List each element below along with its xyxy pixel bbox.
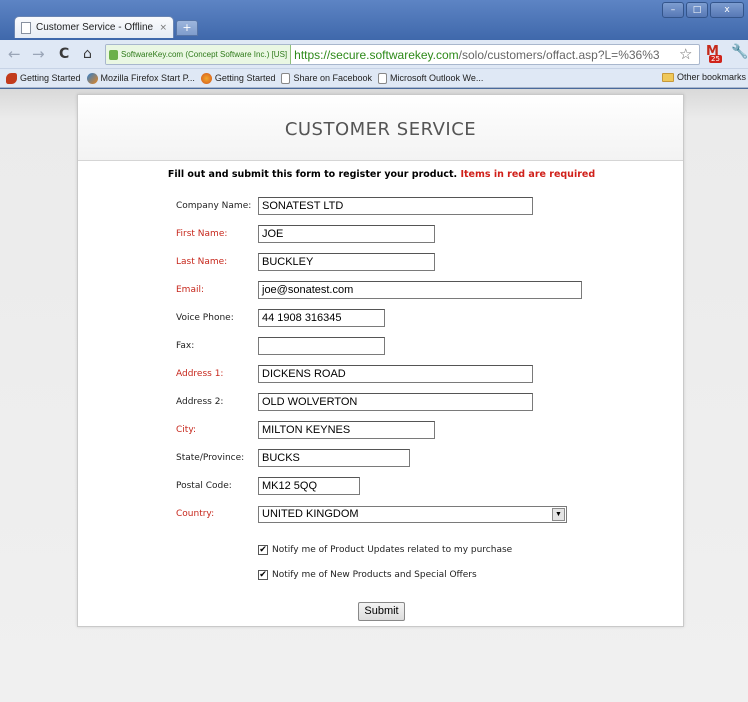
city-label: City: xyxy=(176,425,197,435)
address-bar[interactable]: SoftwareKey.com (Concept Software Inc.) … xyxy=(105,44,700,65)
url-host: https://secure.softwarekey.com xyxy=(294,47,459,62)
browser-toolbar: ← → C ⌂ SoftwareKey.com (Concept Softwar… xyxy=(0,40,748,69)
wrench-icon[interactable]: 🔧 xyxy=(731,44,748,60)
address2-label: Address 2: xyxy=(176,397,224,407)
folder-icon xyxy=(661,72,674,82)
email-row: Email: joe@sonatest.com xyxy=(176,280,582,300)
bookmarks-bar: Getting Started Mozilla Firefox Start P.… xyxy=(0,69,748,88)
bookmark-label: Getting Started xyxy=(20,73,81,83)
bookmark-item[interactable]: Getting Started xyxy=(200,72,276,84)
minimize-button[interactable]: – xyxy=(662,2,684,18)
first-name-row: First Name: JOE xyxy=(176,224,435,244)
firefox-icon xyxy=(86,72,98,84)
fax-label: Fax: xyxy=(176,341,195,351)
bookmark-label: Microsoft Outlook We... xyxy=(390,73,484,83)
address1-row: Address 1: DICKENS ROAD xyxy=(176,364,533,384)
firefox-icon xyxy=(200,72,212,84)
browser-titlebar: Customer Service - Offline ... × + – □ x xyxy=(0,0,748,40)
bookmark-item[interactable]: Mozilla Firefox Start P... xyxy=(86,72,195,84)
bookmark-label: Share on Facebook xyxy=(293,73,373,83)
company-label: Company Name: xyxy=(176,201,252,211)
country-select[interactable]: UNITED KINGDOM ▼ xyxy=(258,505,567,523)
fax-row: Fax: xyxy=(176,336,385,356)
address2-field[interactable]: OLD WOLVERTON xyxy=(258,393,533,411)
submit-button[interactable]: Submit xyxy=(358,602,405,621)
bookmark-item[interactable]: Microsoft Outlook We... xyxy=(378,72,484,84)
product-updates-checkbox-row[interactable]: ✔ Notify me of Product Updates related t… xyxy=(258,545,512,555)
maximize-button[interactable]: □ xyxy=(686,2,708,18)
chevron-down-icon[interactable]: ▼ xyxy=(552,507,565,521)
last-name-label: Last Name: xyxy=(176,257,228,267)
bookmark-label: Mozilla Firefox Start P... xyxy=(100,73,195,83)
postal-label: Postal Code: xyxy=(176,481,232,491)
special-offers-checkbox-row[interactable]: ✔ Notify me of New Products and Special … xyxy=(258,570,477,580)
back-arrow-icon[interactable]: ← xyxy=(8,45,21,63)
state-label: State/Province: xyxy=(176,453,245,463)
page-viewport: CUSTOMER SERVICE Fill out and submit thi… xyxy=(0,89,748,702)
tab-title: Customer Service - Offline ... xyxy=(36,22,155,33)
customer-service-form: CUSTOMER SERVICE Fill out and submit thi… xyxy=(77,94,684,627)
state-row: State/Province: BUCKS xyxy=(176,448,410,468)
home-icon[interactable]: ⌂ xyxy=(83,45,92,63)
unread-count-badge: 25 xyxy=(709,55,722,63)
product-updates-label: Notify me of Product Updates related to … xyxy=(272,545,513,555)
company-name-field[interactable]: SONATEST LTD xyxy=(258,197,533,215)
company-row: Company Name: SONATEST LTD xyxy=(176,196,533,216)
first-name-label: First Name: xyxy=(176,229,228,239)
close-window-button[interactable]: x xyxy=(710,2,744,18)
postal-code-field[interactable]: MK12 5QQ xyxy=(258,477,360,495)
country-label: Country: xyxy=(176,509,215,519)
state-province-field[interactable]: BUCKS xyxy=(258,449,410,467)
url-path: /solo/customers/offact.asp?L=%36%3 xyxy=(458,47,660,62)
last-name-row: Last Name: BUCKLEY xyxy=(176,252,435,272)
city-row: City: MILTON KEYNES xyxy=(176,420,435,440)
ev-certificate-badge[interactable]: SoftwareKey.com (Concept Software Inc.) … xyxy=(106,45,292,64)
url-text[interactable]: https://secure.softwarekey.com/solo/cust… xyxy=(291,48,659,62)
bookmark-label: Getting Started xyxy=(214,73,276,83)
forward-arrow-icon[interactable]: → xyxy=(32,45,45,63)
new-tab-button[interactable]: + xyxy=(176,20,198,36)
lock-icon xyxy=(109,49,118,60)
instructions-text: Fill out and submit this form to registe… xyxy=(167,169,458,180)
page-icon xyxy=(21,21,31,34)
phone-label: Voice Phone: xyxy=(176,313,234,323)
other-bookmarks-label: Other bookmarks xyxy=(676,72,746,82)
required-note: Items in red are required xyxy=(460,169,596,180)
email-field[interactable]: joe@sonatest.com xyxy=(258,281,582,299)
ev-label: SoftwareKey.com (Concept Software Inc.) … xyxy=(121,50,288,59)
other-bookmarks[interactable]: Other bookmarks xyxy=(661,72,746,82)
tab-customer-service[interactable]: Customer Service - Offline ... × xyxy=(14,16,174,38)
bookmark-star-icon[interactable]: ☆ xyxy=(679,45,692,63)
address1-field[interactable]: DICKENS ROAD xyxy=(258,365,533,383)
address1-label: Address 1: xyxy=(176,369,224,379)
bookmark-item[interactable]: Share on Facebook xyxy=(281,72,373,84)
special-offers-label: Notify me of New Products and Special Of… xyxy=(272,570,477,580)
phone-row: Voice Phone: 44 1908 316345 xyxy=(176,308,385,328)
country-selected-value: UNITED KINGDOM xyxy=(262,508,359,520)
city-field[interactable]: MILTON KEYNES xyxy=(258,421,435,439)
product-updates-checkbox[interactable]: ✔ xyxy=(258,545,268,555)
address2-row: Address 2: OLD WOLVERTON xyxy=(176,392,533,412)
form-instructions: Fill out and submit this form to registe… xyxy=(78,169,685,180)
email-label: Email: xyxy=(176,285,205,295)
voice-phone-field[interactable]: 44 1908 316345 xyxy=(258,309,385,327)
page-icon xyxy=(378,72,388,84)
page-icon xyxy=(281,72,291,84)
page-title: CUSTOMER SERVICE xyxy=(284,119,477,140)
country-row: Country: UNITED KINGDOM ▼ xyxy=(176,504,567,524)
fax-field[interactable] xyxy=(258,337,385,355)
special-offers-checkbox[interactable]: ✔ xyxy=(258,570,268,580)
gmail-checker-extension[interactable]: M 25 xyxy=(706,45,724,65)
last-name-field[interactable]: BUCKLEY xyxy=(258,253,435,271)
first-name-field[interactable]: JOE xyxy=(258,225,435,243)
card-header: CUSTOMER SERVICE xyxy=(78,95,683,161)
close-tab-icon[interactable]: × xyxy=(159,23,167,33)
bookmark-favicon-icon xyxy=(6,72,17,84)
postal-row: Postal Code: MK12 5QQ xyxy=(176,476,360,496)
bookmark-item[interactable]: Getting Started xyxy=(6,72,81,84)
reload-icon[interactable]: C xyxy=(59,45,69,63)
